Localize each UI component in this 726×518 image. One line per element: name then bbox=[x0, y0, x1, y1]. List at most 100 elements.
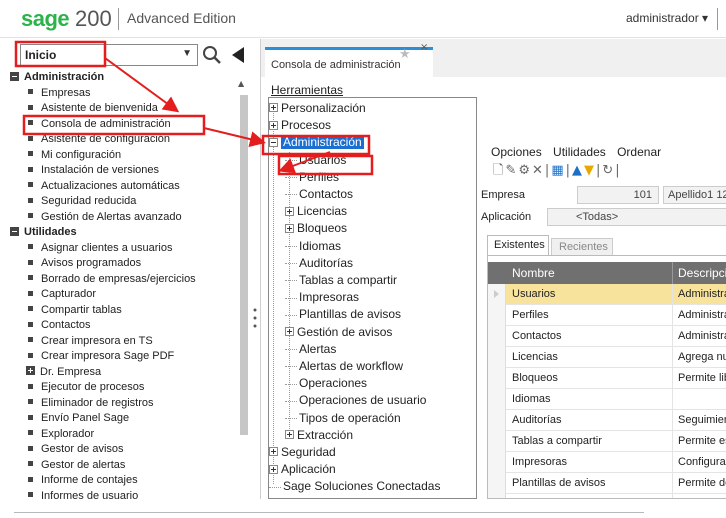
admin-tree-node[interactable]: Perfiles bbox=[285, 169, 339, 186]
admin-tree-node[interactable]: Personalización bbox=[269, 100, 366, 117]
sidebar-item[interactable]: Consola de administración bbox=[28, 116, 171, 132]
table-row[interactable]: Bloqueos Permite lib bbox=[488, 368, 726, 389]
table-row[interactable]: Impresoras Configura bbox=[488, 452, 726, 473]
row-header[interactable] bbox=[488, 368, 506, 389]
table-row[interactable]: Licencias Agrega nu bbox=[488, 347, 726, 368]
menu-opciones[interactable]: Opciones bbox=[491, 145, 542, 159]
sidebar-section-1[interactable]: Utilidades bbox=[10, 224, 77, 240]
row-header[interactable] bbox=[488, 473, 506, 494]
column-header-nombre[interactable]: Nombre bbox=[512, 266, 555, 280]
sidebar-item[interactable]: Asignar clientes a usuarios bbox=[28, 240, 172, 256]
row-header[interactable] bbox=[488, 305, 506, 326]
pin-icon[interactable]: ★ bbox=[399, 47, 411, 62]
admin-tree-node[interactable]: Idiomas bbox=[285, 238, 341, 255]
scrollbar-thumb[interactable] bbox=[240, 95, 248, 435]
menu-ordenar[interactable]: Ordenar bbox=[617, 145, 661, 159]
collapse-icon[interactable] bbox=[10, 71, 19, 81]
sidebar-item[interactable]: Informe de contajes bbox=[28, 472, 138, 488]
admin-tree-node[interactable]: Sage Soluciones Conectadas bbox=[269, 478, 440, 495]
admin-tree-node[interactable]: Procesos bbox=[269, 117, 331, 134]
sidebar-item[interactable]: Compartir tablas bbox=[28, 302, 122, 318]
admin-tree-node[interactable]: Seguridad bbox=[269, 444, 336, 461]
admin-tree-node[interactable]: Alertas bbox=[285, 341, 336, 358]
aplicacion-field[interactable]: <Todas> bbox=[547, 208, 726, 226]
row-header[interactable] bbox=[488, 389, 506, 410]
admin-tree-node[interactable]: Tablas a compartir bbox=[285, 272, 397, 289]
new-document-icon[interactable]: 🗋 bbox=[493, 163, 505, 178]
expand-icon[interactable] bbox=[269, 464, 278, 474]
sidebar-item[interactable]: Mi configuración bbox=[28, 147, 121, 163]
delete-icon[interactable]: ✕ bbox=[532, 163, 545, 178]
expand-icon[interactable] bbox=[285, 223, 294, 233]
arrow-up-icon[interactable]: ▲ bbox=[572, 163, 584, 178]
sidebar-item[interactable]: Eliminador de registros bbox=[28, 395, 154, 411]
scroll-up-icon[interactable]: ▲ bbox=[238, 79, 244, 88]
expand-icon[interactable] bbox=[285, 326, 294, 336]
sidebar-item[interactable]: Gestor de avisos bbox=[28, 441, 124, 457]
sidebar-item[interactable]: Gestión de Alertas avanzado bbox=[28, 209, 182, 225]
table-row[interactable]: Perfiles Administra bbox=[488, 305, 726, 326]
refresh-icon[interactable]: ↻ bbox=[602, 163, 615, 178]
row-header[interactable] bbox=[488, 284, 506, 305]
menu-selector[interactable]: Inicio ▼ bbox=[20, 44, 198, 66]
admin-tree-node[interactable]: Gestión de avisos bbox=[285, 324, 392, 341]
table-row[interactable]: Tablas a compartir Permite es bbox=[488, 431, 726, 452]
expand-icon[interactable] bbox=[269, 120, 278, 130]
sidebar-item[interactable]: Instalación de versiones bbox=[28, 162, 159, 178]
table-row[interactable]: Auditorías Seguimien bbox=[488, 410, 726, 431]
sidebar-item[interactable]: Gestor de alertas bbox=[28, 457, 125, 473]
sidebar-item[interactable]: Borrado de empresas/ejercicios bbox=[28, 271, 196, 287]
collapse-icon[interactable] bbox=[269, 137, 278, 147]
sidebar-item[interactable]: Informes de usuario bbox=[28, 488, 138, 501]
admin-tree-node[interactable]: Plantillas de avisos bbox=[285, 306, 401, 323]
tab-recientes[interactable]: Recientes bbox=[551, 238, 613, 255]
sidebar-item[interactable]: Envío Panel Sage bbox=[28, 410, 129, 426]
filter-icon[interactable]: ▦ bbox=[551, 163, 565, 178]
admin-tree-node[interactable]: Operaciones bbox=[285, 375, 367, 392]
sidebar-item[interactable]: Ejecutor de procesos bbox=[28, 379, 144, 395]
admin-tree-node[interactable]: Operaciones de usuario bbox=[285, 392, 426, 409]
expand-icon[interactable] bbox=[285, 430, 294, 440]
tab-existentes[interactable]: Existentes bbox=[487, 235, 549, 255]
table-row[interactable]: Usuarios Administra bbox=[488, 284, 726, 305]
admin-tree-node[interactable]: Usuarios bbox=[285, 152, 346, 169]
sidebar-item[interactable]: Asistente de bienvenida bbox=[28, 100, 158, 116]
user-menu[interactable]: administrador ▾ bbox=[626, 11, 708, 25]
dropdown-arrow-icon[interactable]: ▼ bbox=[182, 48, 192, 59]
sidebar-item[interactable]: Empresas bbox=[28, 85, 91, 101]
expand-icon[interactable] bbox=[269, 103, 278, 113]
sidebar-item[interactable]: Contactos bbox=[28, 317, 91, 333]
sidebar-section-0[interactable]: Administración bbox=[10, 69, 104, 85]
sidebar-item[interactable]: Actualizaciones automáticas bbox=[28, 178, 180, 194]
sidebar-scrollbar[interactable]: ▲ bbox=[238, 79, 250, 499]
table-row[interactable]: Contactos Administra bbox=[488, 326, 726, 347]
gear-icon[interactable]: ⚙ bbox=[518, 163, 532, 178]
empresa-code-field[interactable]: 101 bbox=[577, 186, 659, 204]
row-header[interactable] bbox=[488, 347, 506, 368]
splitter-grip-icon[interactable] bbox=[253, 307, 257, 329]
sidebar-item[interactable]: Avisos programados bbox=[28, 255, 141, 271]
collapse-icon[interactable] bbox=[10, 226, 19, 236]
admin-tree-node[interactable]: Aplicación bbox=[269, 461, 336, 478]
admin-tree-node[interactable]: Licencias bbox=[285, 203, 347, 220]
empresa-name-field[interactable]: Apellido1 12 bbox=[663, 186, 726, 204]
sidebar-item[interactable]: Explorador bbox=[28, 426, 94, 442]
expand-icon[interactable] bbox=[269, 447, 278, 457]
row-header[interactable] bbox=[488, 410, 506, 431]
table-row[interactable]: Gestión de avisos Administra bbox=[488, 494, 726, 498]
table-row[interactable]: Idiomas bbox=[488, 389, 726, 410]
search-button[interactable] bbox=[201, 44, 223, 66]
sidebar-item[interactable]: Asistente de configuración bbox=[28, 131, 170, 147]
sidebar-item[interactable]: Capturador bbox=[28, 286, 96, 302]
row-header[interactable] bbox=[488, 452, 506, 473]
admin-tree-node[interactable]: Extracción bbox=[285, 427, 353, 444]
table-row[interactable]: Plantillas de avisos Permite de bbox=[488, 473, 726, 494]
edit-icon[interactable]: ✎ bbox=[505, 163, 518, 178]
sidebar-item[interactable]: Seguridad reducida bbox=[28, 193, 136, 209]
sidebar-item[interactable]: Crear impresora Sage PDF bbox=[28, 348, 174, 364]
admin-tree-node[interactable]: Impresoras bbox=[285, 289, 359, 306]
collapse-sidebar-button[interactable] bbox=[230, 46, 246, 64]
admin-tree-node[interactable]: Bloqueos bbox=[285, 220, 347, 237]
sidebar-item[interactable]: Dr. Empresa bbox=[26, 364, 101, 380]
sidebar-item[interactable]: Crear impresora en TS bbox=[28, 333, 153, 349]
